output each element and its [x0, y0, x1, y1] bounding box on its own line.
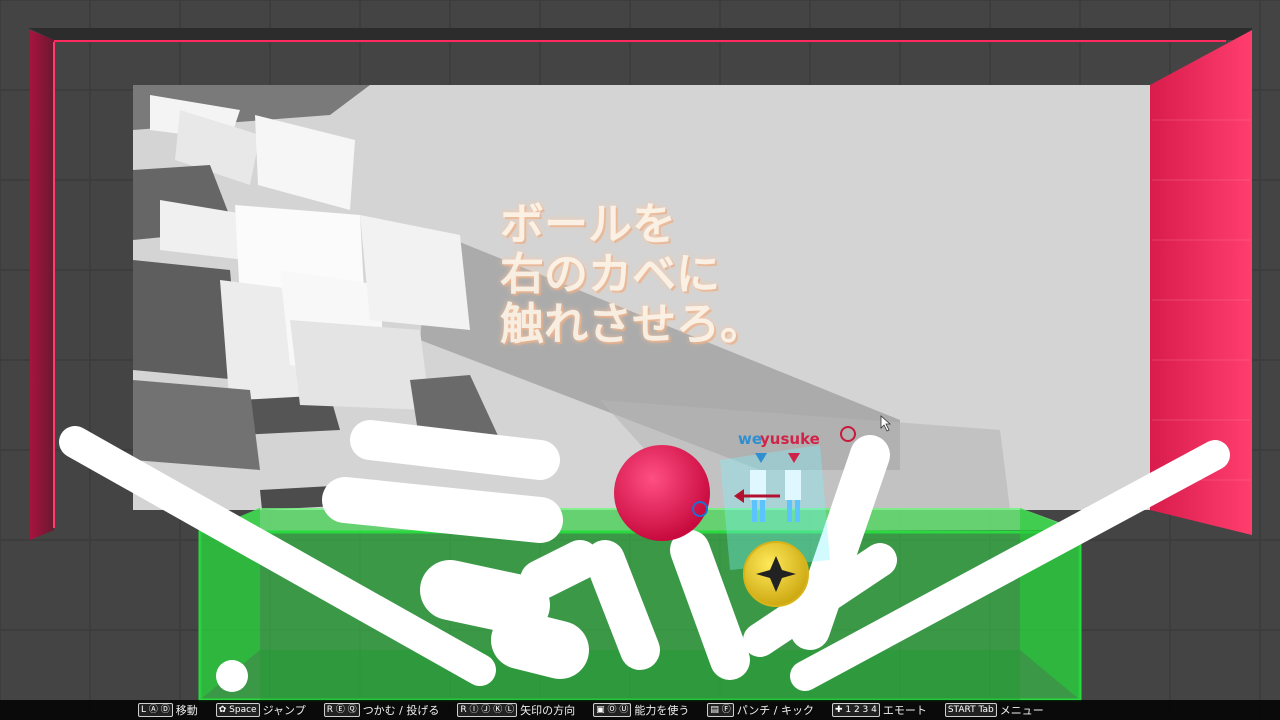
- objective-line-1: ボールを: [500, 199, 676, 250]
- left-wall: [30, 30, 54, 540]
- game-scene: [0, 0, 1280, 720]
- small-white-ball: [216, 660, 248, 692]
- menu-label: メニュー: [999, 704, 1044, 717]
- emote-label: エモート: [882, 704, 927, 717]
- move-keys: L Ⓐ Ⓓ: [138, 703, 173, 717]
- ceiling-edge: [28, 28, 1252, 40]
- player-name-yusuke: yusuke: [760, 430, 820, 448]
- control-hint-jump: ✿ Space ジャンプ: [215, 702, 306, 718]
- punch-label: パンチ / キック: [736, 704, 814, 717]
- jump-keys: ✿ Space: [215, 703, 260, 717]
- emote-keys: ✚ 1 2 3 4: [831, 703, 880, 717]
- control-hint-ability: ▣ Ⓞ Ⓤ 能力を使う: [593, 702, 689, 718]
- grab-label: つかむ / 投げる: [362, 704, 440, 717]
- control-hint-grab: R Ⓔ Ⓠ つかむ / 投げる: [323, 702, 440, 718]
- jump-label: ジャンプ: [262, 704, 306, 717]
- control-hint-menu: START Tab メニュー: [944, 702, 1044, 718]
- gold-coin: [743, 541, 809, 607]
- player-name-we: we: [738, 430, 763, 448]
- objective-line-2: 右のカベに: [500, 249, 720, 300]
- controls-bar: L Ⓐ Ⓓ 移動 ✿ Space ジャンプ R Ⓔ Ⓠ つかむ / 投げる R …: [0, 700, 1280, 720]
- control-hint-direction: R Ⓘ Ⓙ Ⓚ Ⓛ 矢印の方向: [457, 702, 575, 718]
- move-label: 移動: [175, 704, 198, 717]
- menu-keys: START Tab: [944, 703, 997, 717]
- ability-keys: ▣ Ⓞ Ⓤ: [593, 703, 632, 717]
- control-hint-move: L Ⓐ Ⓓ 移動: [138, 702, 198, 718]
- objective-text: ボールを 右のカベに 触れさせろ。: [500, 200, 820, 350]
- objective-line-3: 触れさせろ。: [500, 299, 764, 350]
- punch-keys: ▤ Ⓕ: [707, 703, 734, 717]
- ability-label: 能力を使う: [634, 704, 690, 717]
- direction-label: 矢印の方向: [520, 704, 576, 717]
- grab-keys: R Ⓔ Ⓠ: [323, 703, 360, 717]
- pink-ball: [614, 445, 710, 541]
- direction-keys: R Ⓘ Ⓙ Ⓚ Ⓛ: [457, 703, 518, 717]
- control-hint-emote: ✚ 1 2 3 4 エモート: [831, 702, 927, 718]
- control-hint-punch: ▤ Ⓕ パンチ / キック: [707, 702, 814, 718]
